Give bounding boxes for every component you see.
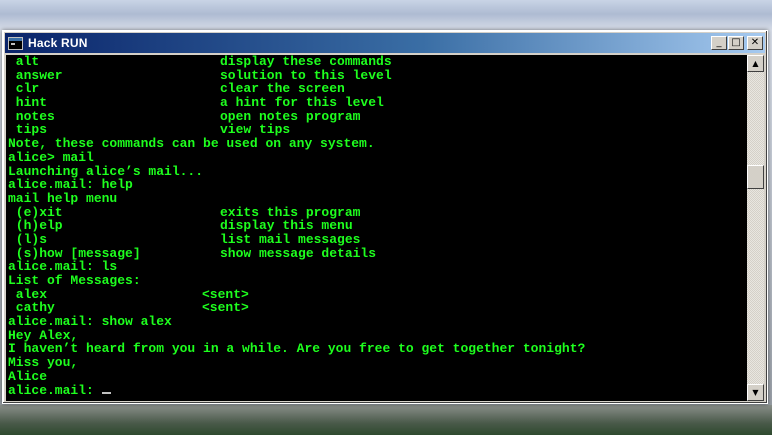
terminal-line: hint a hint for this level bbox=[8, 96, 585, 110]
vertical-scrollbar[interactable]: ▲ ▼ bbox=[747, 55, 764, 401]
console-window: Hack RUN _ □ ✕ alt display these commands… bbox=[2, 30, 768, 404]
command-prompt: alice.mail: bbox=[8, 382, 102, 398]
desktop-background bbox=[0, 405, 772, 435]
terminal-line: clr clear the screen bbox=[8, 82, 585, 96]
terminal-line-description: display this menu bbox=[220, 218, 353, 234]
terminal-line: alice.mail: help bbox=[8, 178, 585, 192]
terminal-line-description: clear the screen bbox=[220, 81, 345, 97]
window-controls: _ □ ✕ bbox=[710, 36, 763, 50]
terminal-line-description: <sent> bbox=[202, 286, 249, 302]
terminal-line: mail help menu bbox=[8, 192, 585, 206]
terminal-line: Launching alice’s mail... bbox=[8, 164, 585, 179]
terminal-line: cathy <sent> bbox=[8, 301, 585, 315]
terminal-line: alice> mail bbox=[8, 150, 585, 165]
terminal-line: Miss you, bbox=[8, 356, 585, 370]
terminal-line-text: I haven’t heard from you in a while. Are… bbox=[8, 341, 586, 357]
terminal-line-description: a hint for this level bbox=[220, 95, 384, 111]
terminal-line: (s)how [message] show message details bbox=[8, 245, 585, 261]
window-title: Hack RUN bbox=[28, 36, 88, 50]
terminal-lines: alt display these commands answer solution… bbox=[8, 55, 585, 397]
scroll-up-button[interactable]: ▲ bbox=[747, 55, 764, 72]
terminal-line: alice.mail: show alex bbox=[8, 315, 585, 329]
terminal-line: List of Messages: bbox=[8, 274, 585, 288]
title-bar[interactable]: Hack RUN _ □ ✕ bbox=[5, 33, 765, 53]
terminal-line: (l)s list mail messages bbox=[8, 233, 585, 247]
scroll-thumb[interactable] bbox=[747, 165, 764, 189]
terminal-line-description: display these commands bbox=[220, 55, 392, 69]
terminal-line-text: Alice bbox=[8, 368, 48, 384]
terminal-line: (h)elp display this menu bbox=[8, 219, 585, 233]
command-prompt-line[interactable]: alice.mail: bbox=[8, 382, 585, 398]
terminal-line: I haven’t heard from you in a while. Are… bbox=[8, 342, 585, 356]
minimize-button[interactable]: _ bbox=[711, 36, 727, 50]
terminal-line: tips view tips bbox=[8, 123, 585, 137]
terminal-line: alice.mail: ls bbox=[8, 260, 585, 274]
scroll-down-button[interactable]: ▼ bbox=[747, 384, 764, 401]
text-cursor bbox=[101, 391, 111, 394]
terminal-line: alex <sent> bbox=[8, 286, 585, 302]
maximize-button[interactable]: □ bbox=[728, 36, 744, 50]
terminal-line-description: view tips bbox=[220, 122, 291, 138]
terminal-line-description: solution to this level bbox=[220, 67, 392, 83]
terminal-output[interactable]: alt display these commands answer solution… bbox=[6, 55, 748, 401]
terminal-line: notes open notes program bbox=[8, 108, 585, 124]
console-app-icon[interactable] bbox=[8, 36, 23, 50]
terminal-line: Note, these commands can be used on any … bbox=[8, 137, 585, 151]
terminal-line: (e)xit exits this program bbox=[8, 204, 585, 220]
terminal-line-description: show message details bbox=[220, 245, 377, 261]
terminal-line-description: <sent> bbox=[202, 300, 249, 316]
close-button[interactable]: ✕ bbox=[747, 36, 763, 50]
terminal-line-description: open notes program bbox=[220, 108, 361, 124]
terminal-line: answer solution to this level bbox=[8, 67, 585, 83]
terminal-line: Alice bbox=[8, 368, 585, 384]
terminal-line: Hey Alex, bbox=[8, 328, 585, 343]
terminal-line: alt display these commands bbox=[8, 55, 585, 69]
terminal-line-description: exits this program bbox=[220, 204, 361, 220]
terminal-line-description: list mail messages bbox=[220, 231, 361, 247]
